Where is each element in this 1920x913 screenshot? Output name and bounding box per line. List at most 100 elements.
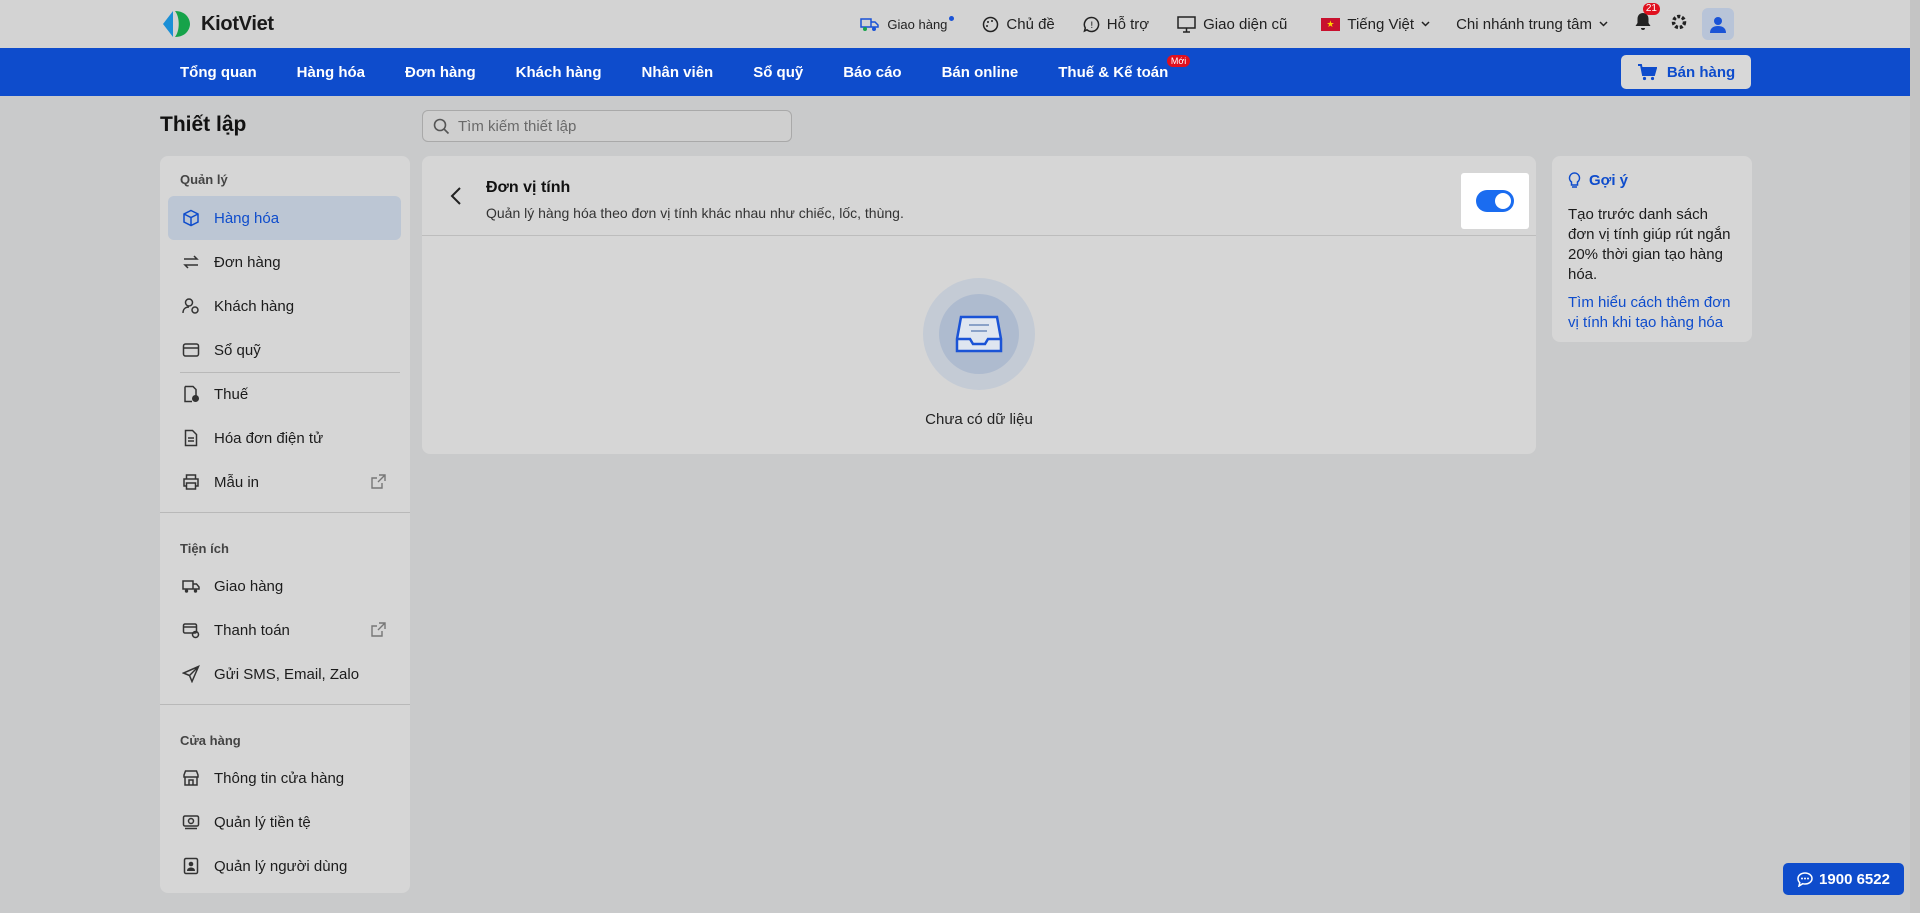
empty-state-text: Chưa có dữ liệu (925, 411, 1033, 428)
sidebar-divider (160, 512, 410, 513)
sidebar-item-customers[interactable]: Khách hàng (168, 284, 401, 328)
hotline-button[interactable]: 1900 6522 (1783, 863, 1904, 895)
branch-label: Chi nhánh trung tâm (1456, 15, 1592, 33)
nav-item-online-sales[interactable]: Bán online (942, 64, 1019, 81)
sidebar-divider (160, 704, 410, 705)
sidebar-item-orders[interactable]: Đơn hàng (168, 240, 401, 284)
user-icon (1710, 16, 1726, 33)
sidebar-item-print-templates[interactable]: Mẫu in (168, 460, 401, 504)
external-link-icon (371, 474, 386, 489)
nav-item-reports[interactable]: Báo cáo (843, 64, 901, 81)
logo[interactable]: KiotViet (160, 9, 274, 39)
hint-title: Gợi ý (1568, 172, 1736, 189)
sidebar-item-label: Quản lý tiền tệ (214, 813, 311, 831)
inbox-tray-icon (955, 315, 1003, 353)
sidebar-item-delivery[interactable]: Giao hàng (168, 564, 401, 608)
nav-item-overview[interactable]: Tổng quan (180, 64, 257, 81)
sidebar-item-products[interactable]: Hàng hóa (168, 196, 401, 240)
theme-link[interactable]: Chủ đề (982, 16, 1055, 33)
sidebar-item-messaging[interactable]: Gửi SMS, Email, Zalo (168, 652, 401, 696)
kiotviet-logo-icon (163, 11, 190, 37)
delivery-link[interactable]: Giao hàng (860, 15, 955, 32)
nav-item-tax-accounting[interactable]: Thuế & Kế toán Mới (1058, 54, 1191, 81)
delivery-truck-icon (860, 18, 880, 31)
sidebar-item-currency[interactable]: Quản lý tiền tệ (168, 800, 401, 844)
sidebar-item-users[interactable]: Quản lý người dùng (168, 844, 401, 888)
svg-text:!: ! (1090, 21, 1094, 31)
sidebar-item-label: Thuế (214, 385, 249, 403)
lightbulb-icon (1568, 172, 1581, 188)
sidebar-item-label: Sổ quỹ (214, 341, 261, 359)
delivery-dot-badge (949, 15, 955, 21)
notification-count-badge: 21 (1642, 3, 1660, 15)
delivery-label: Giao hàng (887, 16, 948, 32)
sidebar-item-label: Thanh toán (214, 621, 290, 639)
page-title: Thiết lập (160, 113, 247, 136)
sidebar-item-label: Mẫu in (214, 473, 260, 491)
search-icon (433, 118, 450, 134)
hint-title-label: Gợi ý (1589, 172, 1629, 189)
user-badge-icon (183, 857, 199, 875)
branch-select[interactable]: Chi nhánh trung tâm (1456, 16, 1608, 33)
settings-sidebar: Quản lý Hàng hóa Đơn hàng Khách hàng Sổ … (160, 156, 410, 893)
hotline-number: 1900 6522 (1819, 870, 1890, 888)
nav-item-products[interactable]: Hàng hóa (297, 64, 365, 81)
nav-item-tax-label: Thuế & Kế toán (1058, 63, 1169, 81)
back-button[interactable] (450, 186, 462, 211)
language-select[interactable]: Tiếng Việt (1321, 16, 1430, 33)
currency-icon (182, 815, 200, 830)
palette-icon (983, 16, 999, 32)
printer-icon (183, 474, 199, 490)
box-icon (183, 209, 199, 227)
toggle-highlight (1461, 173, 1529, 229)
chevron-down-icon (1421, 21, 1430, 27)
panel-header: Đơn vị tính Quản lý hàng hóa theo đơn vị… (422, 156, 1536, 236)
search-input[interactable] (458, 117, 778, 135)
support-link[interactable]: ! Hỗ trợ (1083, 16, 1149, 33)
panel-description: Quản lý hàng hóa theo đơn vị tính khác n… (486, 205, 904, 221)
monitor-icon (1177, 15, 1196, 33)
cart-icon (1637, 63, 1657, 80)
document-icon (184, 429, 198, 447)
logo-text: KiotViet (201, 12, 274, 35)
settings-search[interactable] (422, 110, 792, 142)
hint-panel: Gợi ý Tạo trước danh sách đơn vị tính gi… (1552, 156, 1752, 342)
old-ui-link[interactable]: Giao diện cũ (1177, 16, 1287, 33)
chat-icon (1797, 871, 1813, 887)
nav-item-customers[interactable]: Khách hàng (516, 64, 602, 81)
chevron-down-icon (1599, 21, 1608, 27)
panel-title: Đơn vị tính (486, 179, 571, 196)
help-chat-icon: ! (1083, 16, 1100, 32)
unit-toggle-switch[interactable] (1476, 190, 1514, 212)
sidebar-item-label: Thông tin cửa hàng (214, 769, 345, 787)
wallet-icon (182, 343, 200, 357)
unit-settings-panel: Đơn vị tính Quản lý hàng hóa theo đơn vị… (422, 156, 1536, 454)
old-ui-label: Giao diện cũ (1203, 15, 1288, 33)
sidebar-item-e-invoice[interactable]: Hóa đơn điện tử (168, 416, 401, 460)
payment-card-icon (182, 623, 200, 639)
send-icon (182, 665, 200, 683)
main-nav: Tổng quan Hàng hóa Đơn hàng Khách hàng N… (0, 48, 1910, 96)
sidebar-item-tax[interactable]: Thuế (168, 372, 401, 416)
nav-item-orders[interactable]: Đơn hàng (405, 64, 476, 81)
language-label: Tiếng Việt (1347, 15, 1415, 33)
nav-item-cashbook[interactable]: Sổ quỹ (753, 64, 803, 81)
sell-button-label: Bán hàng (1666, 63, 1736, 81)
sidebar-item-cashbook[interactable]: Sổ quỹ (168, 328, 401, 372)
sidebar-item-label: Giao hàng (214, 577, 284, 595)
sell-button[interactable]: Bán hàng (1621, 55, 1751, 89)
swap-arrows-icon (183, 255, 199, 269)
empty-state-icon (923, 278, 1035, 390)
hint-learn-more-link[interactable]: Tìm hiểu cách thêm đơn vị tính khi tạo h… (1568, 293, 1736, 333)
user-avatar-button[interactable] (1702, 8, 1734, 40)
nav-item-staff[interactable]: Nhân viên (642, 64, 714, 81)
sidebar-item-label: Hàng hóa (214, 209, 280, 227)
settings-button[interactable] (1670, 13, 1688, 36)
page-scrollbar[interactable] (1910, 0, 1920, 913)
sidebar-item-store-info[interactable]: Thông tin cửa hàng (168, 756, 401, 800)
truck-icon (182, 580, 200, 593)
hint-body: Tạo trước danh sách đơn vị tính giúp rút… (1568, 206, 1731, 283)
sidebar-item-payment[interactable]: Thanh toán (168, 608, 401, 652)
section-title-utilities: Tiện ích (180, 541, 229, 556)
notification-button[interactable]: 21 (1634, 3, 1660, 36)
